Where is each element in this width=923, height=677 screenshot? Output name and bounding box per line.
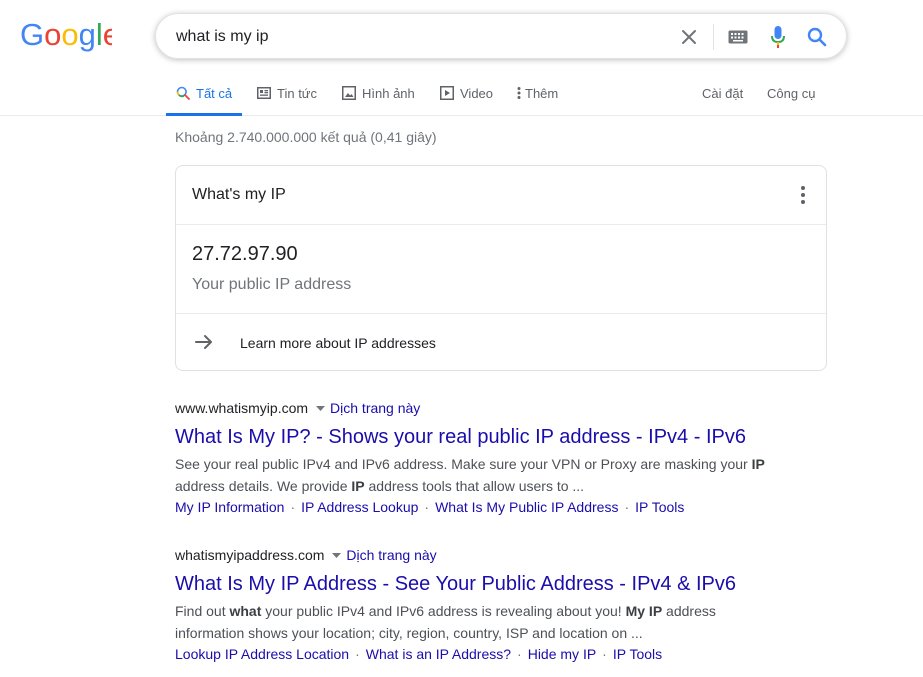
caret-down-icon[interactable]	[332, 552, 342, 558]
tab-all[interactable]: Tất cả	[165, 70, 243, 116]
more-vert-icon	[517, 87, 521, 99]
sitelink-separator: ·	[517, 646, 522, 662]
result-title[interactable]: What Is My IP? - Shows your real public …	[175, 424, 815, 450]
svg-text:Google: Google	[20, 18, 112, 52]
snippet-text: information shows your location; city, r…	[175, 625, 643, 641]
learn-more-link[interactable]: Learn more about IP addresses	[176, 314, 826, 371]
tab-video-label: Video	[460, 85, 494, 101]
tools-link[interactable]: Công cụ	[767, 70, 815, 116]
search-result: whatismyipaddress.com Dịch trang này Wha…	[175, 546, 815, 664]
sitelink[interactable]: Lookup IP Address Location	[175, 646, 349, 662]
search-input[interactable]	[176, 24, 656, 50]
tab-more-label: Thêm	[525, 85, 559, 101]
tab-images[interactable]: Hình ảnh	[342, 70, 415, 116]
sitelink-separator: ·	[290, 499, 296, 515]
sitelink[interactable]: Hide my IP	[528, 646, 596, 662]
search-icon	[176, 86, 190, 100]
ip-answer-card: What's my IP 27.72.97.90 Your public IP …	[175, 165, 827, 371]
search-submit-icon[interactable]	[806, 26, 828, 48]
result-snippet: Find out what your public IPv4 and IPv6 …	[175, 600, 815, 644]
google-logo[interactable]: Google	[20, 18, 112, 52]
tab-images-label: Hình ảnh	[362, 85, 415, 101]
learn-more-label: Learn more about IP addresses	[240, 335, 436, 351]
snippet-text: address	[662, 603, 716, 619]
search-result: www.whatismyip.com Dịch trang này What I…	[175, 399, 815, 517]
snippet-text: your public IPv4 and IPv6 address is rev…	[261, 603, 626, 619]
snippet-bold: what	[229, 603, 262, 619]
caret-down-icon[interactable]	[316, 405, 326, 411]
ip-address-caption: Your public IP address	[192, 276, 352, 293]
tab-more[interactable]: Thêm	[517, 70, 558, 116]
sitelink[interactable]: My IP Information	[175, 499, 284, 515]
tab-news[interactable]: Tin tức	[257, 70, 317, 116]
sitelink[interactable]: IP Address Lookup	[301, 499, 418, 515]
card-divider	[176, 224, 826, 225]
tab-news-label: Tin tức	[277, 85, 318, 101]
result-stats: Khoảng 2.740.000.000 kết quả (0,41 giây)	[175, 129, 437, 145]
settings-link[interactable]: Cài đặt	[702, 70, 743, 116]
result-title[interactable]: What Is My IP Address - See Your Public …	[175, 571, 815, 597]
search-tabs: Tất cả Tin tức Hình ảnh Video Thêm Cài đ	[0, 70, 923, 116]
sitelink[interactable]: IP Tools	[635, 499, 684, 515]
sitelink-separator: ·	[424, 499, 430, 515]
sitelink[interactable]: IP Tools	[613, 646, 662, 662]
snippet-text: address details. We provide	[175, 478, 352, 494]
snippet-text: See your real public IPv4 and IPv6 addre…	[175, 456, 752, 472]
ip-address-value: 27.72.97.90	[192, 243, 298, 265]
keyboard-icon[interactable]	[727, 26, 749, 48]
clear-icon[interactable]	[678, 26, 700, 48]
card-title: What's my IP	[192, 186, 286, 203]
translate-link[interactable]: Dịch trang này	[346, 547, 436, 563]
sitelinks: My IP Information · IP Address Lookup · What…	[175, 497, 815, 517]
more-options-icon[interactable]	[798, 184, 808, 206]
result-url[interactable]: www.whatismyip.com	[175, 400, 308, 416]
settings-label: Cài đặt	[702, 85, 744, 101]
sitelink[interactable]: What Is My Public IP Address	[435, 499, 618, 515]
tab-all-label: Tất cả	[196, 85, 233, 101]
sitelink[interactable]: What is an IP Address?	[366, 646, 511, 662]
sitelink-separator: ·	[355, 646, 360, 662]
sitelinks: Lookup IP Address Location · What is an IP…	[175, 644, 815, 664]
snippet-text: address tools that allow users to ...	[364, 478, 585, 494]
tab-video[interactable]: Video	[440, 70, 493, 116]
result-url-line: www.whatismyip.com Dịch trang này	[175, 399, 815, 417]
result-url[interactable]: whatismyipaddress.com	[175, 547, 324, 563]
snippet-bold: IP	[351, 478, 365, 494]
tools-label: Công cụ	[767, 85, 816, 101]
translate-link[interactable]: Dịch trang này	[330, 400, 420, 416]
news-icon	[257, 87, 271, 99]
video-icon	[440, 86, 454, 100]
result-url-line: whatismyipaddress.com Dịch trang này	[175, 546, 815, 564]
snippet-bold: My IP	[625, 603, 663, 619]
snippet-bold: IP	[751, 456, 765, 472]
arrow-right-icon	[195, 335, 212, 349]
sitelink-separator: ·	[602, 646, 607, 662]
result-snippet: See your real public IPv4 and IPv6 addre…	[175, 453, 815, 497]
search-divider	[713, 24, 714, 50]
snippet-text: Find out	[175, 603, 230, 619]
microphone-icon[interactable]	[767, 26, 789, 48]
image-icon	[342, 86, 356, 100]
sitelink-separator: ·	[624, 499, 630, 515]
search-box	[155, 13, 847, 59]
